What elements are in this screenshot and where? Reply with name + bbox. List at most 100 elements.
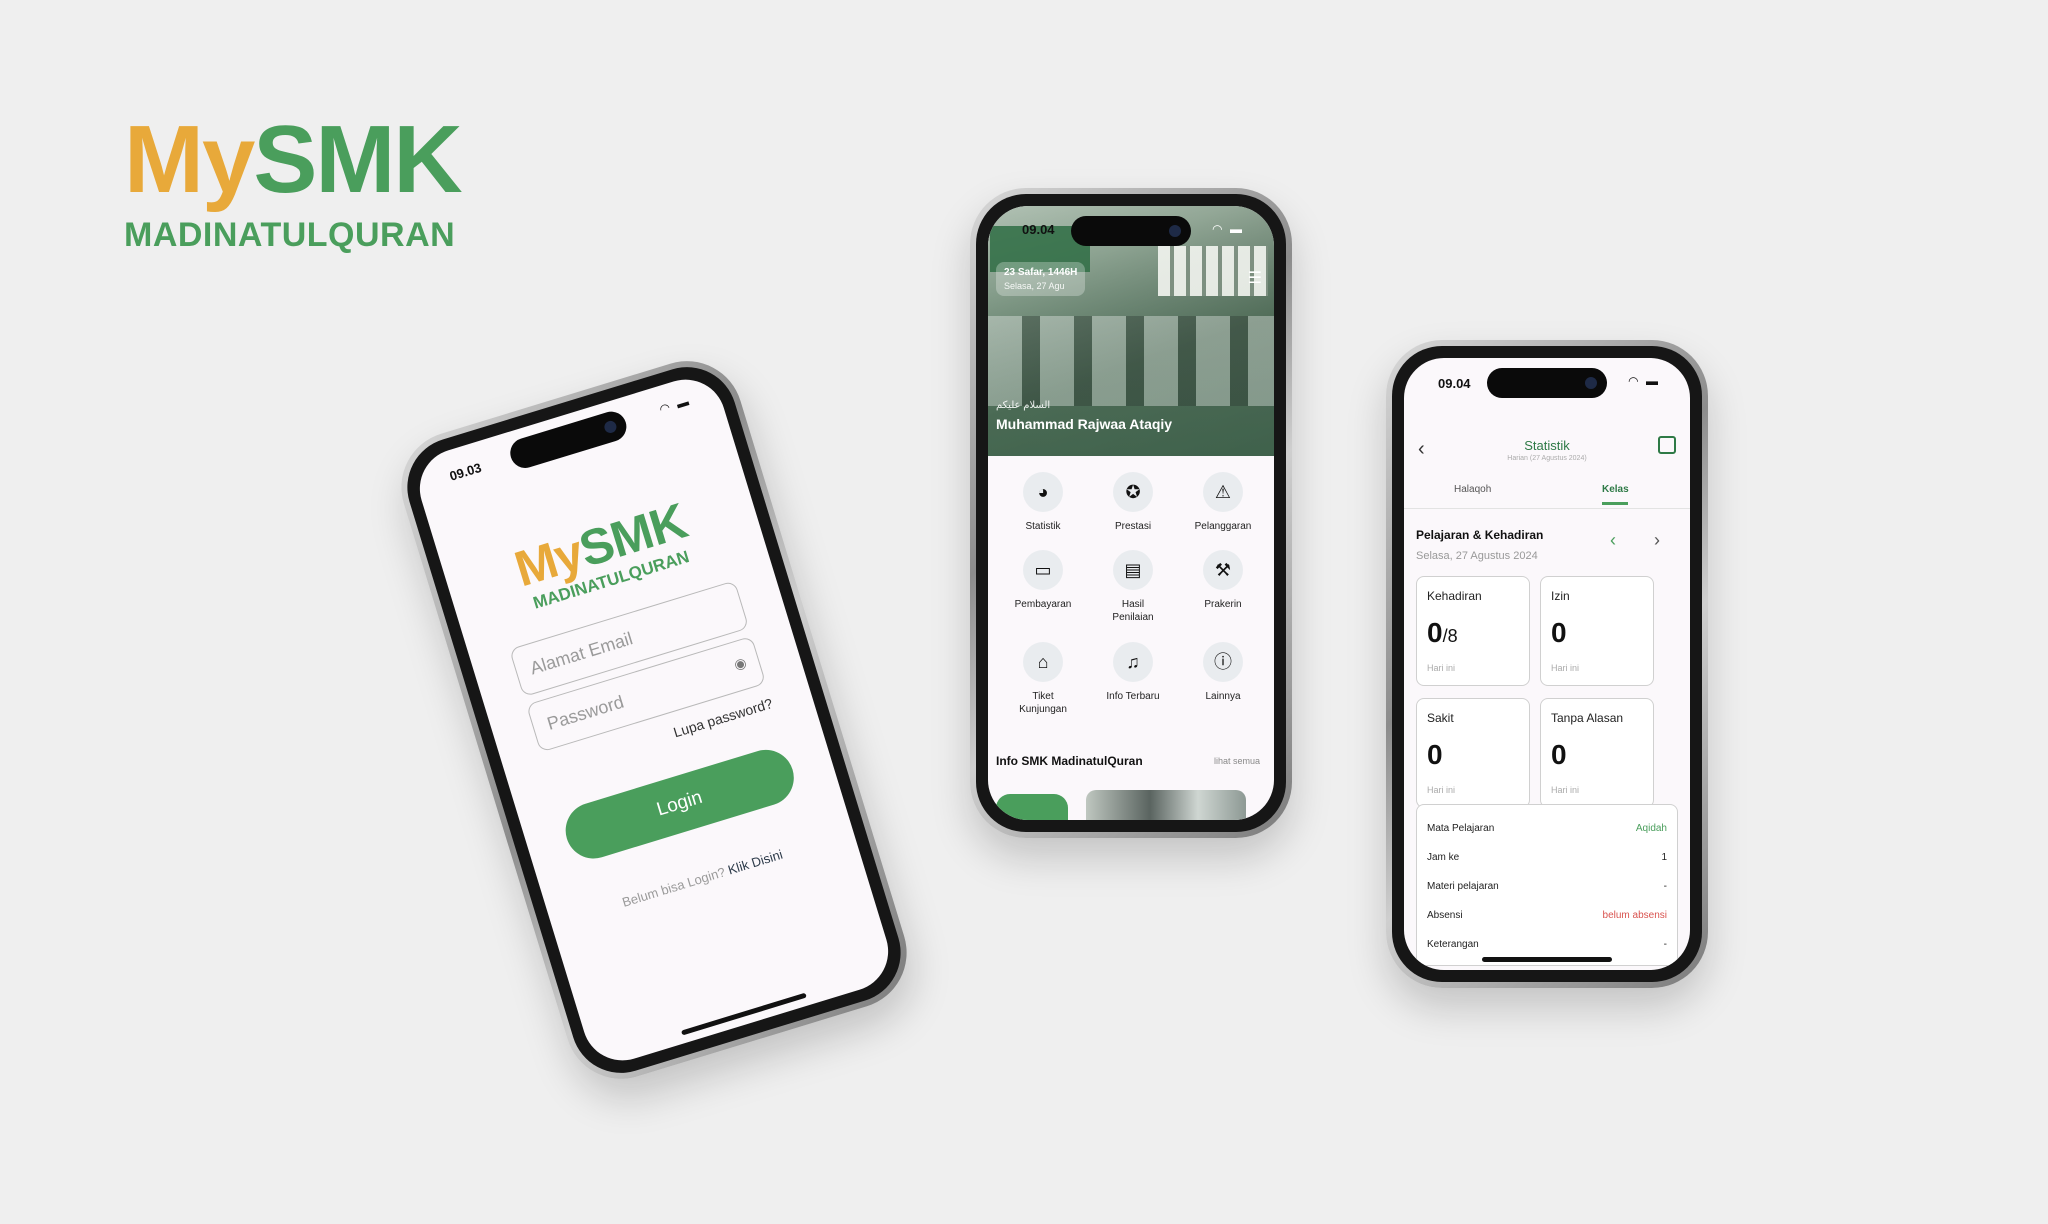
- home-indicator[interactable]: [681, 992, 807, 1036]
- tab-underline: [1602, 502, 1628, 505]
- signup-prefix: Belum bisa Login?: [620, 864, 728, 910]
- menu-item-hasil-penilaian[interactable]: ▤ Hasil Penilaian: [1088, 550, 1178, 624]
- battery-icon: ▬: [1230, 222, 1244, 236]
- tile-tanpa-alasan: Tanpa Alasan 0 Hari ini: [1540, 698, 1654, 808]
- status-icons: ◠ ▬: [1212, 222, 1244, 236]
- detail-row: Materi pelajaran -: [1427, 881, 1667, 892]
- login-button[interactable]: Login: [558, 742, 801, 866]
- phone-stats: 09.04 ◠ ▬ ‹ Statistik Harian (27 Agustus…: [1386, 340, 1708, 988]
- calendar-icon[interactable]: [1658, 436, 1676, 454]
- tile-label: Tanpa Alasan: [1551, 711, 1624, 725]
- brand-my: My: [124, 106, 255, 213]
- menu-label: Statistik: [1025, 521, 1061, 532]
- detail-row: Absensi belum absensi: [1427, 910, 1667, 921]
- detail-row: Jam ke 1: [1427, 852, 1667, 863]
- detail-label: Mata Pelajaran: [1427, 823, 1495, 834]
- menu-item-pelanggaran[interactable]: ⚠ Pelanggaran: [1178, 472, 1268, 533]
- detail-row: Mata Pelajaran Aqidah: [1427, 823, 1667, 834]
- tile-value-total: 8: [1447, 626, 1458, 646]
- tile-kehadiran: Kehadiran 0/8 Hari ini: [1416, 576, 1530, 686]
- card-icon: ▭: [1023, 550, 1063, 590]
- menu-label: Prestasi: [1114, 521, 1152, 532]
- brand-smk: SMK: [253, 106, 462, 213]
- dynamic-island: [1071, 216, 1191, 246]
- tile-footer: Hari ini: [1427, 785, 1456, 795]
- info-card-photo[interactable]: [1086, 790, 1246, 820]
- email-placeholder: Alamat Email: [527, 628, 635, 679]
- menu-item-prakerin[interactable]: ⚒ Prakerin: [1178, 550, 1268, 611]
- page-subtitle: Harian (27 Agustus 2024): [1507, 455, 1587, 462]
- menu-label: Prakerin: [1204, 599, 1242, 610]
- brand-logo: MySMK MADINATULQURAN: [124, 112, 463, 255]
- date-chip: 23 Safar, 1446H Selasa, 27 Agu: [996, 262, 1086, 296]
- hero-desks: [988, 316, 1274, 406]
- dynamic-island: [506, 407, 631, 472]
- status-icons: ◠ ▬: [1628, 374, 1660, 388]
- document-icon: ▤: [1113, 550, 1153, 590]
- tile-sakit: Sakit 0 Hari ini: [1416, 698, 1530, 808]
- menu-item-pembayaran[interactable]: ▭ Pembayaran: [998, 550, 1088, 611]
- tile-footer: Hari ini: [1551, 663, 1580, 673]
- tile-label: Izin: [1551, 589, 1570, 603]
- phone-home: 09.04 ◠ ▬ 23 Safar, 1446H Selasa, 27 Agu…: [970, 188, 1292, 838]
- tile-label: Sakit: [1427, 711, 1454, 725]
- login-screen: 09.03 ◠ ▬ MySMK MADINATULQURAN Alamat Em…: [409, 369, 899, 1071]
- building-icon: ⌂: [1023, 642, 1063, 682]
- menu-item-prestasi[interactable]: ✪ Prestasi: [1088, 472, 1178, 533]
- stats-screen: 09.04 ◠ ▬ ‹ Statistik Harian (27 Agustus…: [1404, 358, 1690, 970]
- tile-value: 0: [1551, 617, 1567, 648]
- lesson-detail-card: Mata Pelajaran Aqidah Jam ke 1 Materi pela…: [1416, 804, 1678, 966]
- detail-value: -: [1663, 881, 1667, 892]
- menu-label: Lainnya: [1205, 691, 1241, 702]
- battery-icon: ▬: [674, 393, 693, 412]
- tile-value: 0: [1427, 739, 1443, 770]
- tab-kelas[interactable]: Kelas: [1602, 484, 1629, 495]
- status-time: 09.03: [447, 459, 484, 484]
- hamburger-menu-icon[interactable]: ☰: [1248, 268, 1262, 288]
- detail-value: belum absensi: [1602, 910, 1667, 921]
- camera-icon: [602, 419, 618, 435]
- eye-slash-icon[interactable]: ◉: [732, 654, 749, 674]
- menu-label: Tiket Kunjungan: [1019, 691, 1067, 715]
- detail-label: Materi pelajaran: [1427, 881, 1499, 892]
- bell-icon: ♫: [1113, 642, 1153, 682]
- detail-label: Keterangan: [1427, 939, 1479, 950]
- detail-value: 1: [1661, 852, 1667, 863]
- detail-row: Keterangan -: [1427, 939, 1667, 950]
- tile-value-number: 0: [1427, 617, 1443, 648]
- menu-label: Info Terbaru: [1106, 691, 1160, 702]
- menu-item-statistik[interactable]: ◕ Statistik: [998, 472, 1088, 533]
- stats-header: ‹ Statistik Harian (27 Agustus 2024) Hal…: [1404, 418, 1690, 509]
- status-time: 09.04: [1438, 376, 1471, 391]
- see-all-link[interactable]: lihat semua: [1214, 756, 1260, 766]
- detail-value: -: [1663, 939, 1667, 950]
- wifi-icon: ◠: [657, 399, 674, 417]
- greeting: السلام عليكم: [996, 400, 1051, 411]
- info-card[interactable]: [996, 794, 1068, 820]
- chevron-left-icon[interactable]: ‹: [1610, 530, 1616, 551]
- home-indicator[interactable]: [1482, 957, 1612, 962]
- menu-item-lainnya[interactable]: ⓘ Lainnya: [1178, 642, 1268, 703]
- menu-item-tiket-kunjungan[interactable]: ⌂ Tiket Kunjungan: [998, 642, 1088, 716]
- tab-halaqoh[interactable]: Halaqoh: [1454, 484, 1491, 495]
- signup-link[interactable]: Klik Disini: [726, 847, 784, 878]
- section-title: Pelajaran & Kehadiran: [1416, 528, 1544, 542]
- status-time: 09.04: [1022, 222, 1055, 237]
- award-icon: ✪: [1113, 472, 1153, 512]
- menu-label: Pembayaran: [1014, 599, 1072, 610]
- tile-footer: Hari ini: [1551, 785, 1580, 795]
- brand-subtitle: MADINATULQURAN: [124, 216, 456, 254]
- tile-izin: Izin 0 Hari ini: [1540, 576, 1654, 686]
- worker-icon: ⚒: [1203, 550, 1243, 590]
- password-placeholder: Password: [544, 691, 627, 734]
- phone-bezel: 09.04 ◠ ▬ ‹ Statistik Harian (27 Agustus…: [1392, 346, 1702, 982]
- camera-icon: [1585, 377, 1597, 389]
- user-name: Muhammad Rajwaa Ataqiy: [996, 416, 1173, 432]
- chevron-right-icon[interactable]: ›: [1654, 530, 1660, 551]
- menu-label: Hasil Penilaian: [1112, 599, 1154, 623]
- home-screen: 09.04 ◠ ▬ 23 Safar, 1446H Selasa, 27 Agu…: [988, 206, 1274, 820]
- wifi-icon: ◠: [1212, 222, 1225, 236]
- warning-icon: ⚠: [1203, 472, 1243, 512]
- menu-item-info-terbaru[interactable]: ♫ Info Terbaru: [1088, 642, 1178, 703]
- info-icon: ⓘ: [1203, 642, 1243, 682]
